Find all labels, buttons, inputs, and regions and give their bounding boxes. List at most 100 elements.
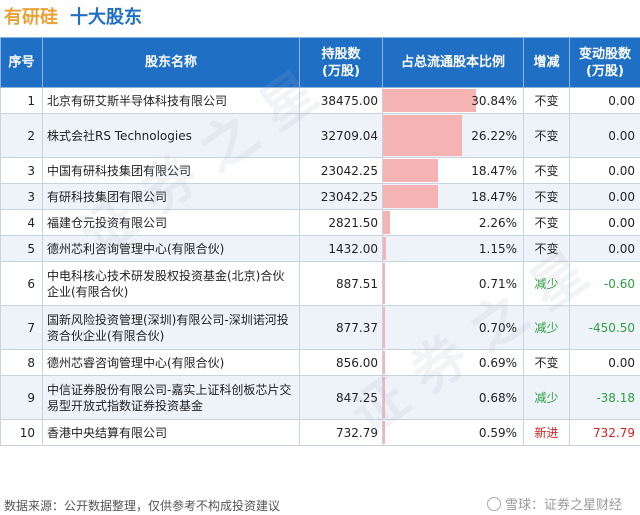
ratio-text: 2.26% xyxy=(478,215,517,230)
cell-shares: 1432.00 xyxy=(299,235,383,262)
table-row: 7 国新风险投资管理(深圳)有限公司-深圳诺河投资合伙企业(有限合伙) 877.37… xyxy=(0,305,640,350)
cell-shares: 38475.00 xyxy=(299,87,383,114)
cell-change: 不变 xyxy=(523,349,570,376)
cell-delta: 0.00 xyxy=(569,157,640,184)
cell-index: 2 xyxy=(0,113,43,158)
cell-delta: 0.00 xyxy=(569,183,640,210)
cell-change: 不变 xyxy=(523,209,570,236)
col-header-delta: 变动股数 (万股) xyxy=(569,37,640,88)
col-header-index: 序号 xyxy=(0,37,43,88)
cell-holder-name: 中国有研科技集团有限公司 xyxy=(42,157,300,184)
cell-index: 10 xyxy=(0,419,43,446)
cell-delta: 732.79 xyxy=(569,419,640,446)
cell-holder-name: 中电科核心技术研发股权投资基金(北京)合伙企业(有限合伙) xyxy=(42,261,300,306)
ratio-text: 0.69% xyxy=(478,355,517,370)
cell-shares: 2821.50 xyxy=(299,209,383,236)
ratio-text: 0.59% xyxy=(478,425,517,440)
cell-index: 6 xyxy=(0,261,43,306)
cell-index: 9 xyxy=(0,375,43,420)
cell-shares: 877.37 xyxy=(299,305,383,350)
col-header-name: 股东名称 xyxy=(42,37,300,88)
cell-index: 1 xyxy=(0,87,43,114)
cell-ratio: 26.22% xyxy=(382,113,524,158)
table-row: 3 中国有研科技集团有限公司 23042.25 18.47% 不变 0.00 xyxy=(0,157,640,184)
ratio-text: 0.71% xyxy=(478,276,517,291)
cell-change: 不变 xyxy=(523,235,570,262)
cell-ratio: 0.69% xyxy=(382,349,524,376)
cell-change: 减少 xyxy=(523,261,570,306)
cell-ratio: 18.47% xyxy=(382,157,524,184)
ratio-text: 18.47% xyxy=(471,189,517,204)
header: 有研硅 十大股东 xyxy=(4,2,142,30)
col-header-change: 增减 xyxy=(523,37,570,88)
cell-index: 5 xyxy=(0,235,43,262)
cell-ratio: 0.71% xyxy=(382,261,524,306)
cell-delta: 0.00 xyxy=(569,87,640,114)
ratio-text: 1.15% xyxy=(478,241,517,256)
table-row: 4 福建仓元投资有限公司 2821.50 2.26% 不变 0.00 xyxy=(0,209,640,236)
ratio-text: 26.22% xyxy=(471,128,517,143)
cell-index: 3 xyxy=(0,157,43,184)
cell-delta: -38.18 xyxy=(569,375,640,420)
cell-holder-name: 株式会社RS Technologies xyxy=(42,113,300,158)
cell-holder-name: 中信证券股份有限公司-嘉实上证科创板芯片交易型开放式指数证券投资基金 xyxy=(42,375,300,420)
cell-delta: 0.00 xyxy=(569,349,640,376)
cell-change: 新进 xyxy=(523,419,570,446)
cell-holder-name: 北京有研艾斯半导体科技有限公司 xyxy=(42,87,300,114)
ratio-text: 0.70% xyxy=(478,320,517,335)
col-header-ratio: 占总流通股本比例 xyxy=(382,37,524,88)
cell-ratio: 1.15% xyxy=(382,235,524,262)
brand-text: 雪球：证券之星财经 xyxy=(504,498,622,513)
cell-delta: 0.00 xyxy=(569,113,640,158)
cell-delta: -450.50 xyxy=(569,305,640,350)
cell-shares: 732.79 xyxy=(299,419,383,446)
table-header-row: 序号 股东名称 持股数 (万股) 占总流通股本比例 增减 变动股数 (万股) xyxy=(0,37,640,88)
table-row: 8 德州芯睿咨询管理中心(有限合伙) 856.00 0.69% 不变 0.00 xyxy=(0,349,640,376)
table-row: 9 中信证券股份有限公司-嘉实上证科创板芯片交易型开放式指数证券投资基金 847.2… xyxy=(0,375,640,420)
col-header-shares: 持股数 (万股) xyxy=(299,37,383,88)
cell-holder-name: 德州芯利咨询管理中心(有限合伙) xyxy=(42,235,300,262)
cell-holder-name: 德州芯睿咨询管理中心(有限合伙) xyxy=(42,349,300,376)
cell-index: 8 xyxy=(0,349,43,376)
cell-delta: 0.00 xyxy=(569,235,640,262)
table-row: 10 香港中央结算有限公司 732.79 0.59% 新进 732.79 xyxy=(0,419,640,446)
table-row: 3 有研科技集团有限公司 23042.25 18.47% 不变 0.00 xyxy=(0,183,640,210)
cell-holder-name: 有研科技集团有限公司 xyxy=(42,183,300,210)
cell-ratio: 2.26% xyxy=(382,209,524,236)
table-row: 1 北京有研艾斯半导体科技有限公司 38475.00 30.84% 不变 0.00 xyxy=(0,87,640,114)
cell-index: 4 xyxy=(0,209,43,236)
footer-disclaimer: 数据来源：公开数据整理，仅供参考不构成投资建议 xyxy=(4,499,281,513)
cell-index: 7 xyxy=(0,305,43,350)
table-row: 2 株式会社RS Technologies 32709.04 26.22% 不变 0.00 xyxy=(0,113,640,158)
cell-delta: 0.00 xyxy=(569,209,640,236)
ratio-text: 18.47% xyxy=(471,163,517,178)
cell-change: 不变 xyxy=(523,87,570,114)
cell-shares: 847.25 xyxy=(299,375,383,420)
brand: 雪球：证券之星财经 xyxy=(486,494,622,513)
cell-holder-name: 香港中央结算有限公司 xyxy=(42,419,300,446)
cell-ratio: 0.59% xyxy=(382,419,524,446)
cell-shares: 32709.04 xyxy=(299,113,383,158)
cell-change: 不变 xyxy=(523,113,570,158)
ratio-text: 30.84% xyxy=(471,93,517,108)
cell-change: 不变 xyxy=(523,183,570,210)
cell-delta: -0.60 xyxy=(569,261,640,306)
cell-change: 减少 xyxy=(523,375,570,420)
cell-ratio: 0.68% xyxy=(382,375,524,420)
table-row: 6 中电科核心技术研发股权投资基金(北京)合伙企业(有限合伙) 887.51 0.71… xyxy=(0,261,640,306)
snowball-icon xyxy=(486,496,501,511)
ratio-text: 0.68% xyxy=(478,390,517,405)
cell-holder-name: 国新风险投资管理(深圳)有限公司-深圳诺河投资合伙企业(有限合伙) xyxy=(42,305,300,350)
shareholders-table: 序号 股东名称 持股数 (万股) 占总流通股本比例 增减 变动股数 (万股) 1… xyxy=(0,37,640,446)
cell-change: 减少 xyxy=(523,305,570,350)
cell-ratio: 0.70% xyxy=(382,305,524,350)
cell-ratio: 18.47% xyxy=(382,183,524,210)
table-row: 5 德州芯利咨询管理中心(有限合伙) 1432.00 1.15% 不变 0.00 xyxy=(0,235,640,262)
page-title: 十大股东 xyxy=(70,7,142,28)
cell-shares: 23042.25 xyxy=(299,157,383,184)
cell-shares: 887.51 xyxy=(299,261,383,306)
cell-shares: 23042.25 xyxy=(299,183,383,210)
cell-index: 3 xyxy=(0,183,43,210)
stock-name: 有研硅 xyxy=(4,7,58,28)
cell-ratio: 30.84% xyxy=(382,87,524,114)
